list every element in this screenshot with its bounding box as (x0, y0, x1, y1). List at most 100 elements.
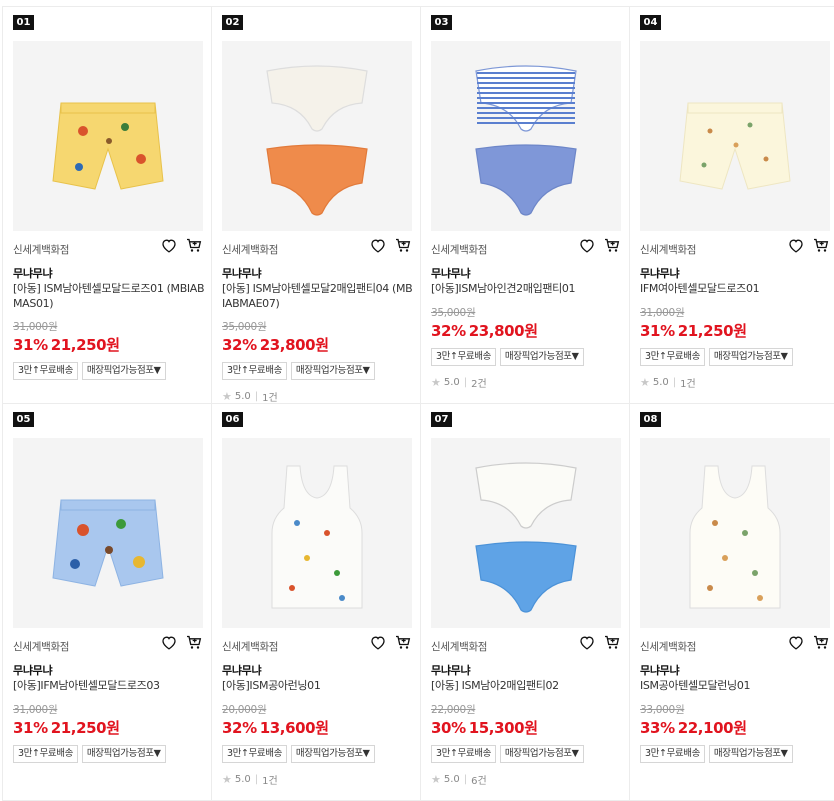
store-name: 신세계백화점 (13, 641, 70, 653)
brand-name[interactable]: 무냐무냐 (431, 662, 471, 678)
store-pickup-tag[interactable]: 매장픽업가능점포▼ (499, 745, 584, 763)
heart-icon[interactable] (370, 635, 386, 650)
cart-icon[interactable] (604, 635, 620, 650)
store-pickup-tag[interactable]: 매장픽업가능점포▼ (708, 348, 793, 366)
sale-price: 21,250원 (677, 322, 747, 340)
review-count[interactable]: 1건 (680, 375, 696, 390)
product-image[interactable] (13, 41, 203, 231)
store-pickup-tag[interactable]: 매장픽업가능점포▼ (499, 348, 584, 366)
product-title[interactable]: ISM공아텐셀모달런닝01 (640, 678, 832, 693)
brand-name[interactable]: 무냐무냐 (13, 662, 53, 678)
sale-price: 13,600원 (259, 719, 329, 737)
product-card[interactable]: 07 신세계백화점 무냐무냐 [아동] ISM남아2매입팬티02 22,000원 30% 1… (421, 404, 630, 801)
product-title[interactable]: [아동]IFM남아텐셀모달드로즈03 (13, 678, 205, 693)
heart-icon[interactable] (161, 238, 177, 253)
cart-icon[interactable] (395, 635, 411, 650)
product-image[interactable] (222, 438, 412, 628)
original-price: 31,000원 (13, 321, 58, 333)
discount-rate: 30% (431, 719, 466, 737)
heart-icon[interactable] (788, 635, 804, 650)
product-card[interactable]: 04 신세계백화점무냐무냐 IFM여아텐셀모달드로즈01 31,000원 31% 21,2… (630, 7, 834, 404)
review-count[interactable]: 1건 (262, 772, 278, 787)
product-card[interactable]: 01 신세계백화점무냐무냐 [아동] ISM남아텐셀모달드로즈01 (MBIABMA… (3, 7, 212, 404)
heart-icon[interactable] (161, 635, 177, 650)
rank-badge: 07 (431, 412, 452, 427)
free-shipping-tag: 3만↑무료배송 (431, 745, 496, 763)
rank-badge: 08 (640, 412, 661, 427)
product-image[interactable] (640, 41, 830, 231)
product-title[interactable]: [아동] ISM남아2매입팬티02 (431, 678, 623, 693)
brand-name[interactable]: 무냐무냐 (640, 265, 680, 281)
discount-rate: 32% (222, 336, 257, 354)
product-card[interactable]: 02 신세계백화점무냐무냐 [아동] ISM남아텐셀모달2매입팬티04 (MBIAB… (212, 7, 421, 404)
original-price: 35,000원 (222, 321, 267, 333)
sale-price: 22,100원 (677, 719, 747, 737)
star-icon: ★ (431, 773, 441, 786)
store-pickup-tag[interactable]: 매장픽업가능점포▼ (81, 362, 166, 380)
cart-icon[interactable] (186, 238, 202, 253)
original-price: 33,000원 (640, 704, 685, 716)
store-name: 신세계백화점 (13, 244, 70, 256)
store-name: 신세계백화점 (431, 641, 488, 653)
store-name: 신세계백화점 (222, 244, 279, 256)
product-image[interactable] (431, 438, 621, 628)
brand-name[interactable]: 무냐무냐 (13, 265, 53, 281)
product-image[interactable] (640, 438, 830, 628)
store-pickup-tag[interactable]: 매장픽업가능점포▼ (81, 745, 166, 763)
review-count[interactable]: 1건 (262, 389, 278, 404)
sale-price: 15,300원 (468, 719, 538, 737)
product-title[interactable]: [아동]ISM남아인견2매입팬티01 (431, 281, 623, 296)
cart-icon[interactable] (813, 238, 829, 253)
cart-icon[interactable] (395, 238, 411, 253)
product-title[interactable]: [아동]ISM공아런닝01 (222, 678, 414, 693)
star-icon: ★ (222, 773, 232, 786)
review-count[interactable]: 6건 (471, 772, 487, 787)
product-card[interactable]: 05 신세계백화점 무냐무냐 [아동]IFM남아텐셀모달드로즈03 31,000원 31%… (3, 404, 212, 801)
brand-name[interactable]: 무냐무냐 (222, 662, 262, 678)
cart-icon[interactable] (186, 635, 202, 650)
heart-icon[interactable] (579, 635, 595, 650)
heart-icon[interactable] (370, 238, 386, 253)
rank-badge: 05 (13, 412, 34, 427)
product-title[interactable]: [아동] ISM남아텐셀모달드로즈01 (MBIABMAS01) (13, 281, 205, 311)
product-title[interactable]: IFM여아텐셀모달드로즈01 (640, 281, 832, 296)
rating-score: 5.0 (234, 391, 251, 402)
store-name: 신세계백화점 (640, 244, 697, 256)
store-pickup-tag[interactable]: 매장픽업가능점포▼ (290, 745, 375, 763)
star-icon: ★ (222, 390, 232, 403)
store-pickup-tag[interactable]: 매장픽업가능점포▼ (290, 362, 375, 380)
product-image[interactable] (13, 438, 203, 628)
rating-score: 5.0 (234, 774, 251, 785)
free-shipping-tag: 3만↑무료배송 (222, 745, 287, 763)
review-count[interactable]: 2건 (471, 375, 487, 390)
rank-badge: 04 (640, 15, 661, 30)
original-price: 31,000원 (640, 307, 685, 319)
original-price: 20,000원 (222, 704, 267, 716)
product-grid: 01 신세계백화점 무냐무냐 [아동] ISM남아텐셀모달드로즈01 (MBIABMA… (2, 6, 834, 801)
discount-rate: 31% (13, 719, 48, 737)
rank-badge: 01 (13, 15, 34, 30)
product-card[interactable]: 06 신세계백화점 무냐무냐 [아동]ISM공아런닝01 20,000원 32% 13,60… (212, 404, 421, 801)
product-title[interactable]: [아동] ISM남아텐셀모달2매입팬티04 (MBIABMAE07) (222, 281, 414, 311)
discount-rate: 31% (640, 322, 675, 340)
brand-name[interactable]: 무냐무냐 (640, 662, 680, 678)
rank-badge: 06 (222, 412, 243, 427)
sale-price: 23,800원 (259, 336, 329, 354)
heart-icon[interactable] (579, 238, 595, 253)
original-price: 35,000원 (431, 307, 476, 319)
brand-name[interactable]: 무냐무냐 (431, 265, 471, 281)
rank-badge: 02 (222, 15, 243, 30)
heart-icon[interactable] (788, 238, 804, 253)
cart-icon[interactable] (604, 238, 620, 253)
cart-icon[interactable] (813, 635, 829, 650)
product-image[interactable] (431, 41, 621, 231)
product-card[interactable]: 08 신세계백화점 무냐무냐 ISM공아텐셀모달런닝01 33,000원 33% 22,10… (630, 404, 834, 801)
product-image[interactable] (222, 41, 412, 231)
store-pickup-tag[interactable]: 매장픽업가능점포▼ (708, 745, 793, 763)
rating-row: ★ 5.0 | 1건 (222, 389, 278, 404)
product-card[interactable]: 03 신세계백화점 무냐무냐 [아동]ISM남아인견2매입팬티01 35,000원 32%… (421, 7, 630, 404)
brand-name[interactable]: 무냐무냐 (222, 265, 262, 281)
rating-score: 5.0 (443, 377, 460, 388)
rating-score: 5.0 (652, 377, 669, 388)
rank-badge: 03 (431, 15, 452, 30)
